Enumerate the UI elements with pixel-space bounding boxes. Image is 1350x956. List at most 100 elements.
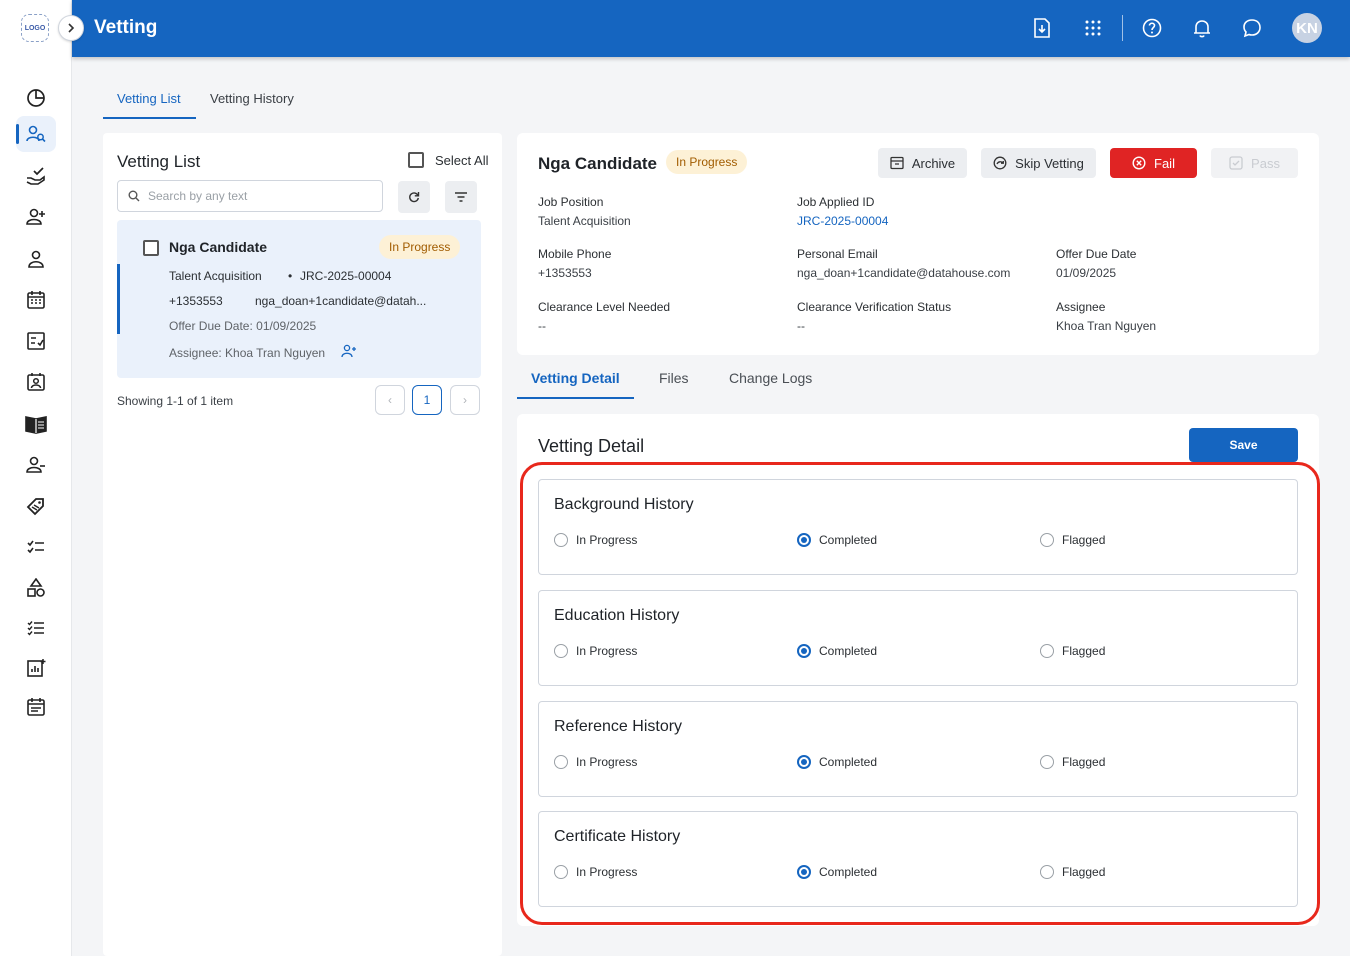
email-value: nga_doan+1candidate@datahouse.com (797, 266, 1011, 280)
radio-in-progress[interactable]: In Progress (554, 865, 637, 879)
sidebar-item-calendar[interactable] (16, 282, 56, 318)
page-1-button[interactable]: 1 (412, 385, 442, 415)
calendar-icon (27, 291, 45, 309)
sidebar-item-schedule[interactable] (16, 689, 56, 725)
radio-in-progress[interactable]: In Progress (554, 644, 637, 658)
radio-circle-selected[interactable] (797, 533, 811, 547)
skip-icon (993, 156, 1007, 170)
refresh-icon (409, 192, 420, 203)
list-icon (27, 621, 44, 636)
sidebar-item-dashboard[interactable] (16, 80, 56, 116)
task-list-icon (27, 540, 44, 554)
select-all-checkbox[interactable]: Select All (408, 152, 488, 168)
radio-completed[interactable]: Completed (797, 865, 877, 879)
radio-flagged[interactable]: Flagged (1040, 865, 1105, 879)
sidebar-item-lists[interactable] (16, 610, 56, 646)
sidebar-item-remove-user[interactable] (16, 447, 56, 483)
radio-label: Flagged (1062, 533, 1106, 547)
sidebar-item-onboarding[interactable] (16, 158, 56, 194)
sidebar-item-library[interactable] (16, 406, 56, 442)
sidebar-item-tasks[interactable] (16, 529, 56, 565)
section-title: Background History (554, 496, 694, 513)
tab-change-logs[interactable]: Change Logs (729, 370, 812, 386)
candidate-checkbox[interactable] (143, 240, 159, 256)
candidate-list-item[interactable]: Nga Candidate In Progress Talent Acquisi… (117, 220, 481, 378)
skip-vetting-button[interactable]: Skip Vetting (981, 148, 1096, 178)
candidate-name: Nga Candidate (169, 239, 268, 255)
radio-circle[interactable] (1040, 533, 1054, 547)
radio-circle[interactable] (554, 865, 568, 879)
sidebar-item-vetting[interactable] (16, 116, 56, 152)
tab-vetting-detail[interactable]: Vetting Detail (531, 370, 620, 386)
save-button[interactable]: Save (1189, 428, 1298, 462)
fail-button[interactable]: Fail (1110, 148, 1197, 178)
radio-completed[interactable]: Completed (797, 644, 877, 658)
notifications-button[interactable] (1188, 14, 1216, 42)
radio-label: In Progress (576, 644, 638, 658)
radio-circle[interactable] (554, 755, 568, 769)
tab-files[interactable]: Files (659, 370, 689, 386)
job-id-link[interactable]: JRC-2025-00004 (797, 214, 888, 228)
status-badge: In Progress (379, 235, 461, 259)
chat-button[interactable] (1238, 14, 1266, 42)
radio-flagged[interactable]: Flagged (1040, 755, 1105, 769)
clearance-level-value: -- (538, 319, 546, 333)
radio-circle[interactable] (1040, 755, 1054, 769)
archive-label: Archive (911, 155, 956, 171)
apps-button[interactable] (1079, 14, 1107, 42)
book-icon (25, 416, 47, 434)
search-field[interactable] (117, 180, 383, 212)
assignee-label: Assignee (1056, 300, 1106, 314)
radio-label: Completed (819, 865, 878, 879)
radio-circle[interactable] (1040, 644, 1054, 658)
shapes-icon (27, 578, 45, 597)
radio-circle[interactable] (554, 533, 568, 547)
archive-icon (890, 156, 904, 170)
candidate-offer-due: Offer Due Date: 01/09/2025 (169, 319, 317, 333)
radio-in-progress[interactable]: In Progress (554, 755, 637, 769)
sidebar-item-add-user[interactable] (16, 199, 56, 235)
tag-icon (26, 498, 44, 516)
sidebar-item-user[interactable] (16, 241, 56, 277)
radio-label: In Progress (576, 755, 638, 769)
help-button[interactable] (1138, 14, 1166, 42)
search-input[interactable] (148, 189, 368, 203)
candidate-phone: +1353553 (169, 294, 223, 308)
assign-user-button[interactable] (341, 344, 357, 361)
radio-circle-selected[interactable] (797, 865, 811, 879)
filter-button[interactable] (445, 181, 477, 213)
radio-in-progress[interactable]: In Progress (554, 533, 637, 547)
download-button[interactable] (1028, 14, 1056, 42)
radio-circle-selected[interactable] (797, 755, 811, 769)
user-avatar[interactable]: KN (1292, 13, 1322, 43)
checkbox[interactable] (408, 152, 424, 168)
radio-circle[interactable] (1040, 865, 1054, 879)
chat-icon (1243, 19, 1261, 38)
schedule-icon (27, 698, 45, 716)
contact-card-icon (27, 373, 45, 391)
prev-page-button[interactable]: ‹ (375, 385, 405, 415)
radio-flagged[interactable]: Flagged (1040, 533, 1105, 547)
radio-circle[interactable] (554, 644, 568, 658)
radio-completed[interactable]: Completed (797, 533, 877, 547)
pagination-summary: Showing 1-1 of 1 item (117, 394, 234, 408)
sidebar-item-contacts[interactable] (16, 364, 56, 400)
tab-vetting-list[interactable]: Vetting List (117, 91, 181, 106)
candidate-name: Nga Candidate (538, 154, 658, 173)
expand-sidebar-button[interactable] (58, 15, 84, 41)
reference-history-section: Reference History In Progress Completed … (538, 701, 1298, 797)
tab-vetting-history[interactable]: Vetting History (210, 91, 294, 106)
radio-circle-selected[interactable] (797, 644, 811, 658)
sidebar-item-assets[interactable] (16, 570, 56, 606)
sidebar-item-reports[interactable] (16, 650, 56, 686)
sidebar-item-tags[interactable] (16, 488, 56, 524)
next-page-button[interactable]: › (450, 385, 480, 415)
radio-flagged[interactable]: Flagged (1040, 644, 1105, 658)
radio-label: Flagged (1062, 865, 1106, 879)
dashboard-icon (27, 89, 45, 107)
archive-button[interactable]: Archive (878, 148, 967, 178)
sidebar-item-checklist[interactable] (16, 323, 56, 359)
pass-button[interactable]: Pass (1211, 148, 1298, 178)
refresh-button[interactable] (398, 181, 430, 213)
radio-completed[interactable]: Completed (797, 755, 877, 769)
